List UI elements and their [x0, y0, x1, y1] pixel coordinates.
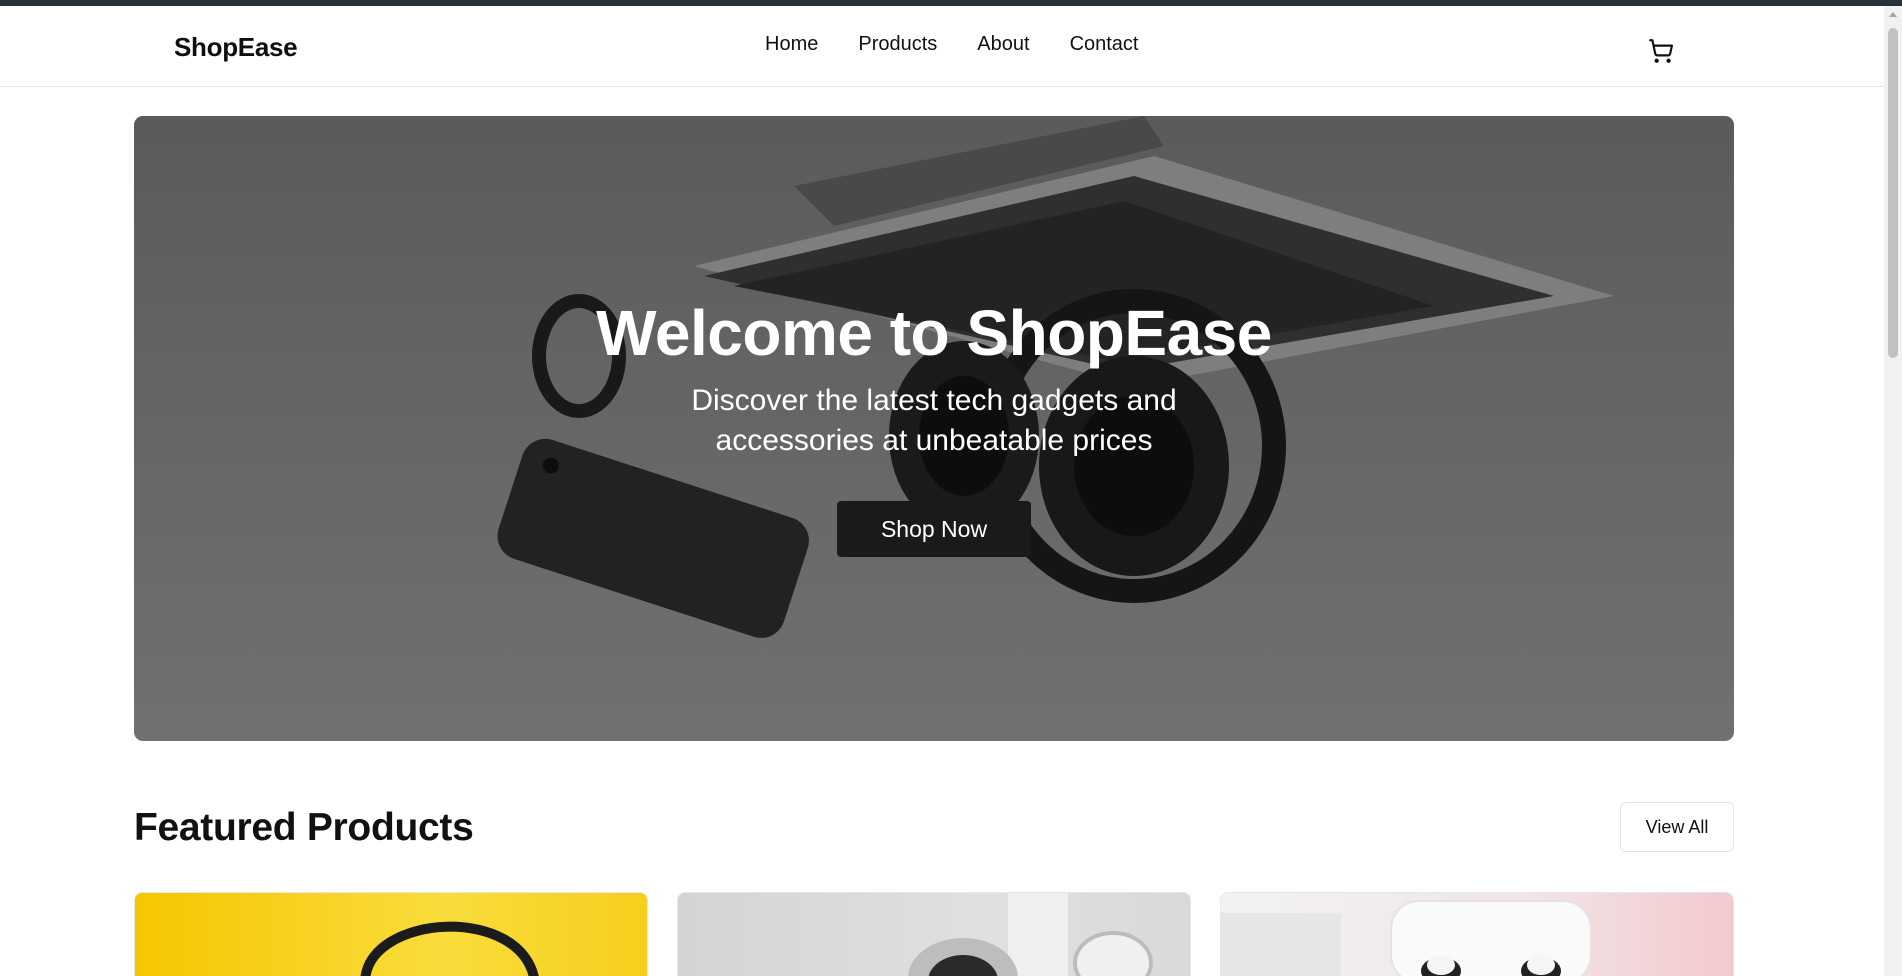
- product-card[interactable]: [677, 892, 1191, 976]
- vertical-scrollbar[interactable]: [1884, 6, 1902, 976]
- product-image-watch: [908, 893, 1153, 976]
- main-nav: Home Products About Contact: [765, 33, 1139, 56]
- product-card[interactable]: [134, 892, 648, 976]
- product-card[interactable]: [1220, 892, 1734, 976]
- logo[interactable]: ShopEase: [174, 32, 298, 63]
- product-image-headphones: [360, 921, 539, 976]
- hero-subtitle: Discover the latest tech gadgets and acc…: [691, 384, 1177, 457]
- view-all-button[interactable]: View All: [1620, 802, 1734, 852]
- nav-products[interactable]: Products: [858, 33, 937, 56]
- site-header: ShopEase Home Products About Contact: [0, 6, 1884, 87]
- nav-home[interactable]: Home: [765, 33, 818, 56]
- nav-about[interactable]: About: [977, 33, 1029, 56]
- scroll-up-arrow-icon[interactable]: [1889, 12, 1897, 17]
- nav-contact[interactable]: Contact: [1070, 33, 1139, 56]
- page: ShopEase Home Products About Contact Wel…: [0, 6, 1884, 976]
- featured-products-title: Featured Products: [134, 806, 474, 849]
- shop-now-button[interactable]: Shop Now: [837, 501, 1031, 557]
- scroll-thumb[interactable]: [1888, 28, 1898, 358]
- hero-banner: Welcome to ShopEase Discover the latest …: [134, 116, 1734, 741]
- cart-icon[interactable]: [1648, 38, 1674, 64]
- hero-title: Welcome to ShopEase: [596, 297, 1272, 369]
- product-image-earbuds: [1221, 900, 1592, 976]
